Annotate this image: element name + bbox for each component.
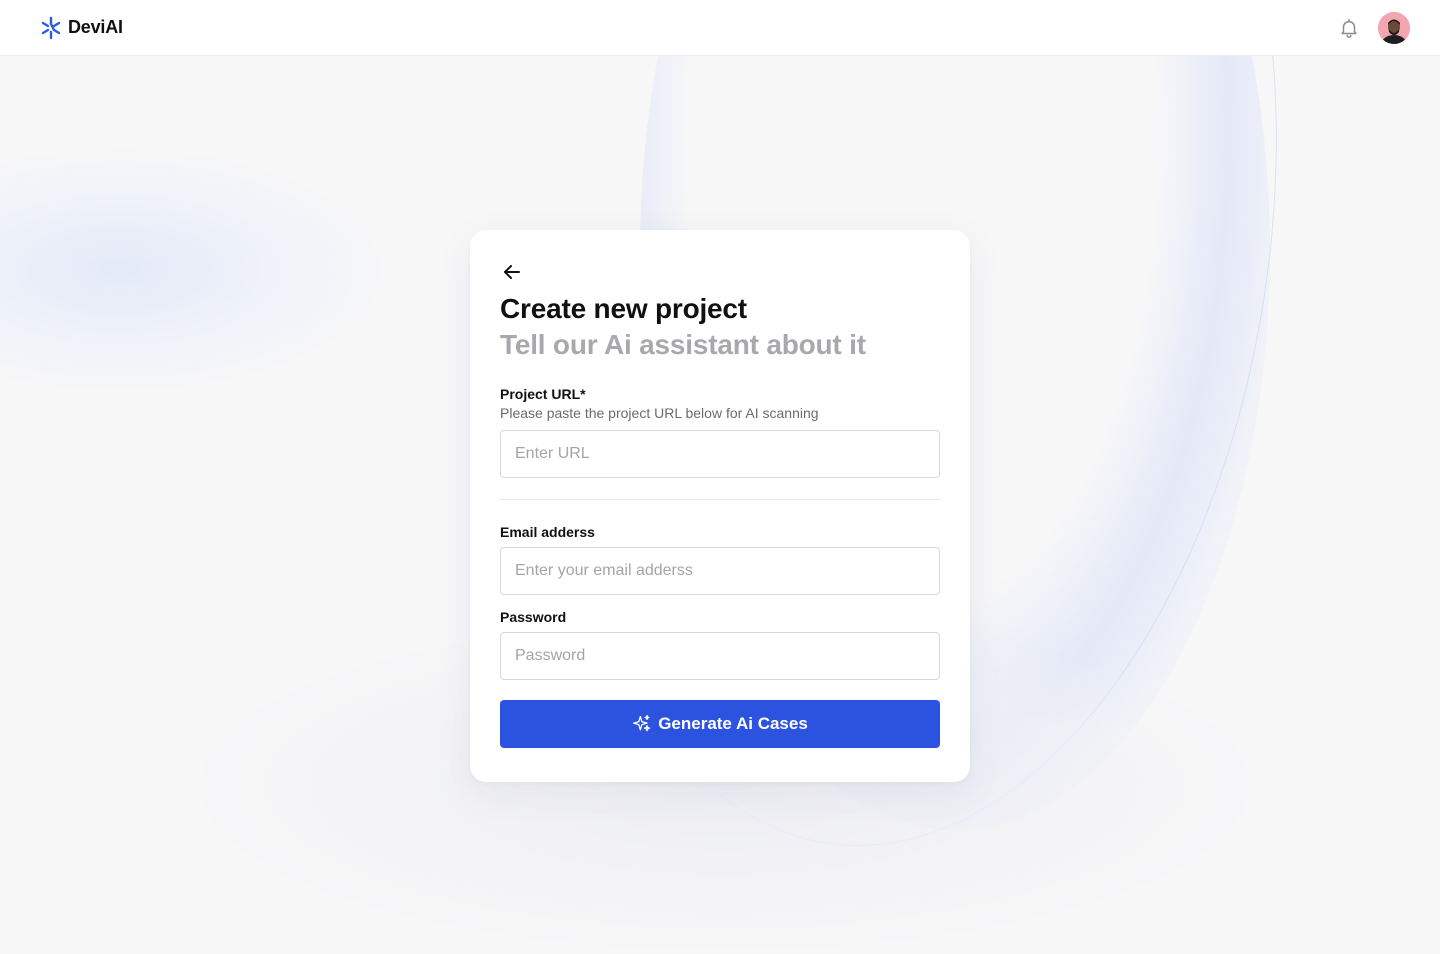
arrow-left-icon[interactable] [500,260,524,284]
background-blob [0,150,380,390]
top-actions [1338,11,1410,44]
sparkle-icon [632,714,652,734]
email-group: Email adderss [500,524,940,596]
user-avatar[interactable] [1378,11,1410,44]
bell-icon[interactable] [1338,17,1360,39]
email-label: Email adderss [500,524,595,541]
brand-name: DeviAI [68,17,123,37]
brand-logo-icon [40,16,62,40]
page-subtitle: Tell our Ai assistant about it [500,328,866,360]
password-label: Password [500,609,567,626]
password-input[interactable] [500,632,940,681]
password-group: Password [500,609,940,681]
generate-ai-cases-button[interactable]: Generate Ai Cases [500,700,940,749]
project-url-label: Project URL* [500,386,586,403]
page: DeviAI Create new project Tell our Ai as… [0,0,1440,954]
project-url-help: Please paste the project URL below for A… [500,405,819,422]
top-bar: DeviAI [0,0,1440,56]
brand[interactable]: DeviAI [40,16,123,40]
page-title: Create new project [500,293,747,324]
project-url-input[interactable] [500,430,940,479]
generate-ai-cases-label: Generate Ai Cases [658,714,808,734]
email-input[interactable] [500,547,940,596]
create-project-card: Create new project Tell our Ai assistant… [470,230,970,782]
divider [500,499,940,501]
project-url-group: Project URL* Please paste the project UR… [500,386,940,479]
